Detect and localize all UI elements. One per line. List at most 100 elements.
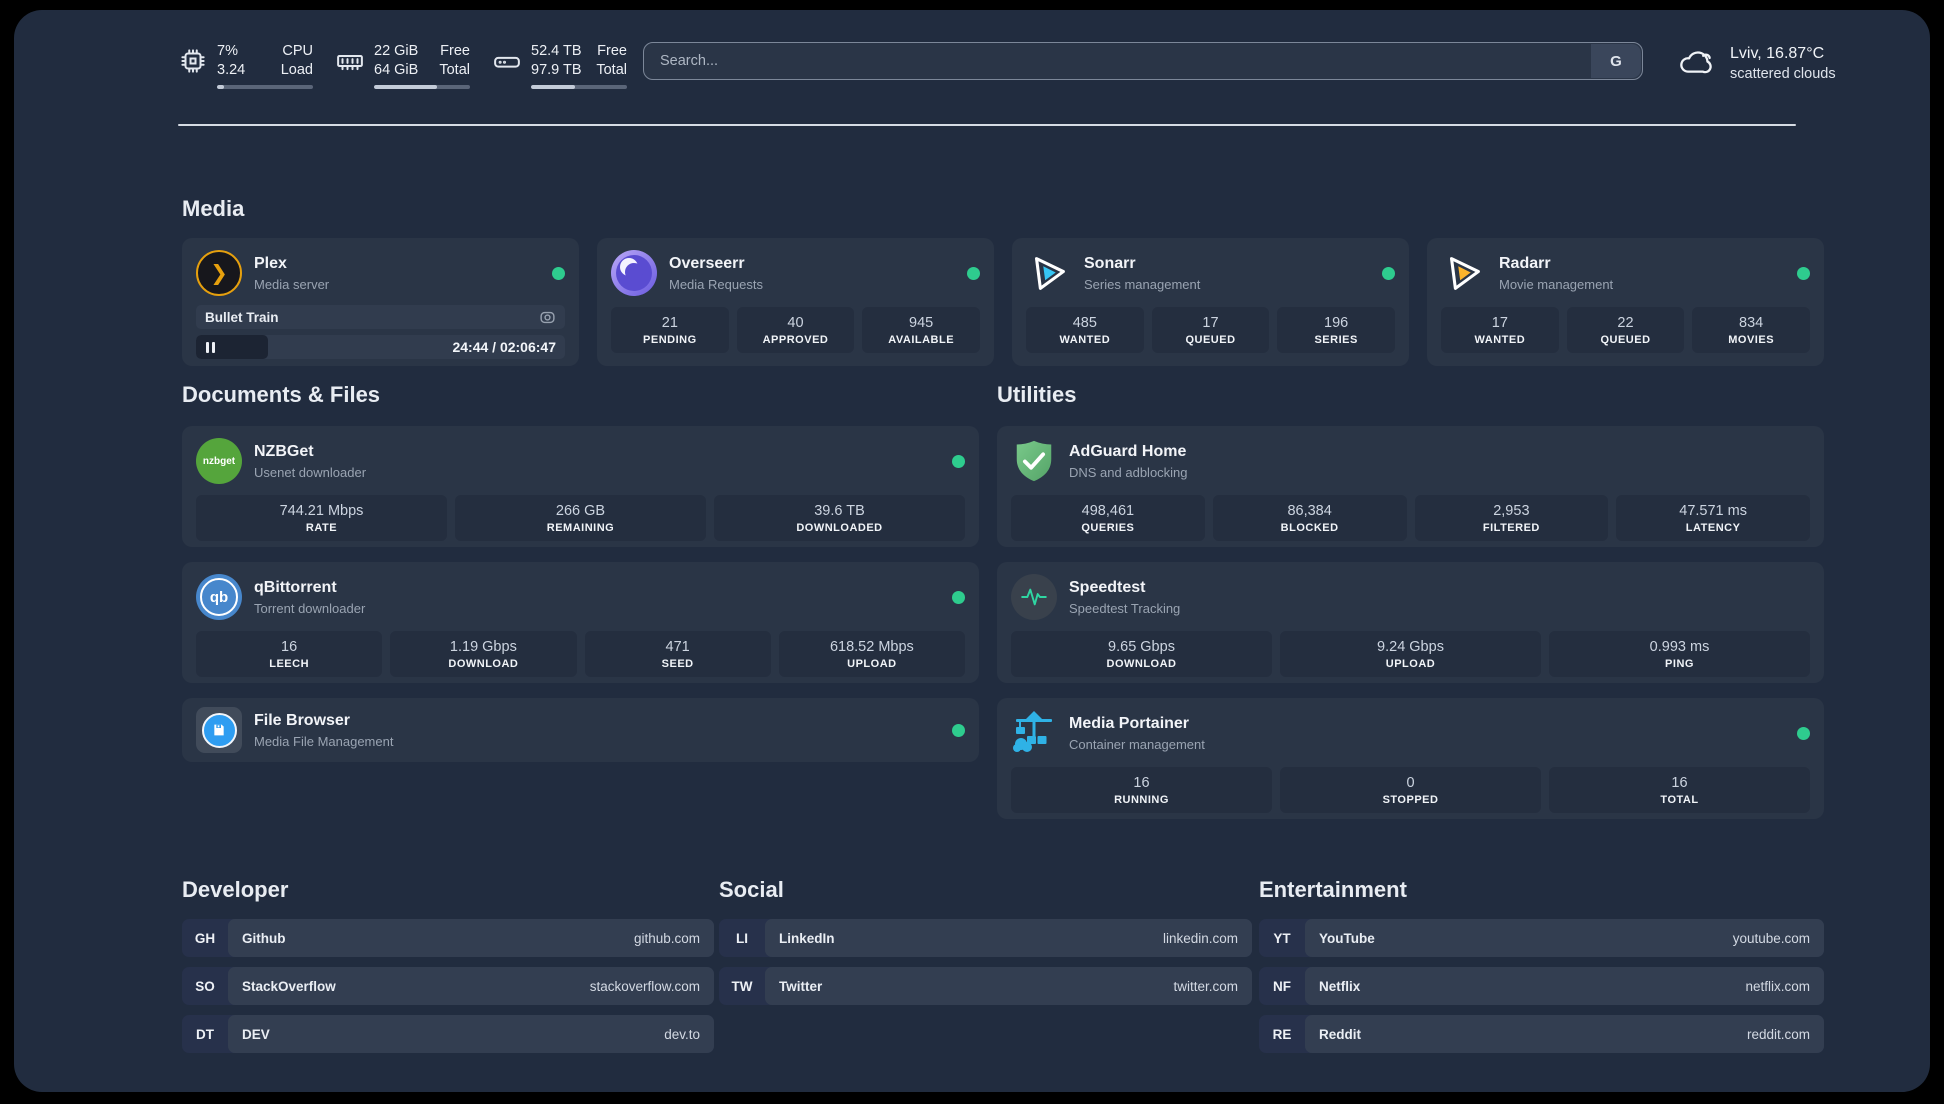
link-abbr: YT xyxy=(1273,930,1291,946)
stat-tile: 17 WANTED xyxy=(1441,307,1559,353)
section-title-utilities: Utilities xyxy=(997,382,1077,407)
link-name: Twitter xyxy=(779,978,823,994)
utilities-column: Utilities AdGuard Home DNS and adblockin… xyxy=(997,382,1824,819)
disk-free-label: Free xyxy=(597,43,627,59)
app-card-overseerr[interactable]: Overseerr Media Requests 21 PENDING 40 APP… xyxy=(597,238,994,366)
speedtest-icon xyxy=(1011,574,1057,620)
app-subtitle: Speedtest Tracking xyxy=(1069,600,1181,616)
link-abbr: TW xyxy=(731,978,753,994)
link-url: stackoverflow.com xyxy=(589,978,700,994)
cloud-icon xyxy=(1680,51,1712,74)
stat-tile: 22 QUEUED xyxy=(1566,307,1685,353)
app-card-nzbget[interactable]: nzbget NZBGet Usenet downloader 744.21 M… xyxy=(182,426,979,547)
social-column: Social LI LinkedIn linkedin.com TW Twitte… xyxy=(719,877,1259,1063)
link-row-linkedin[interactable]: LI LinkedIn linkedin.com xyxy=(719,919,1252,957)
weather-location: Lviv, 16.87°C xyxy=(1730,44,1825,62)
app-name: Sonarr xyxy=(1084,254,1136,272)
documents-column: Documents & Files nzbget NZBGet Usenet d… xyxy=(182,382,979,819)
search-engine-label: G xyxy=(1610,52,1622,70)
app-card-filebrowser[interactable]: File Browser Media File Management xyxy=(182,698,979,762)
cpu-progress-bar xyxy=(217,85,313,89)
app-subtitle: Series management xyxy=(1084,276,1201,292)
portainer-icon xyxy=(1011,710,1057,756)
now-playing-row: Bullet Train xyxy=(196,305,565,329)
qbittorrent-icon: qb xyxy=(196,574,242,620)
disk-icon xyxy=(494,56,520,68)
pause-icon xyxy=(206,341,215,353)
adguard-icon xyxy=(1011,438,1057,484)
search-engine-button[interactable]: G xyxy=(1591,44,1641,78)
app-card-adguard[interactable]: AdGuard Home DNS and adblocking 498,461 Q… xyxy=(997,426,1824,547)
link-url: netflix.com xyxy=(1745,978,1810,994)
link-name: LinkedIn xyxy=(779,930,835,946)
stat-tile: 618.52 Mbps UPLOAD xyxy=(778,631,965,677)
app-name: Radarr xyxy=(1499,254,1551,272)
link-row-github[interactable]: GH Github github.com xyxy=(182,919,714,957)
app-name: NZBGet xyxy=(254,442,314,460)
stat-tile: 16 LEECH xyxy=(196,631,383,677)
stat-tile: 1.19 Gbps DOWNLOAD xyxy=(390,631,577,677)
stat-tile: 86,384 BLOCKED xyxy=(1212,495,1407,541)
app-name: Plex xyxy=(254,254,287,272)
link-row-stackoverflow[interactable]: SO StackOverflow stackoverflow.com xyxy=(182,967,714,1005)
disk-metric: 52.4 TB Free 97.9 TB Total xyxy=(492,42,627,89)
stat-tile: 266 GB REMAINING xyxy=(455,495,706,541)
app-card-portainer[interactable]: Media Portainer Container management 16 R… xyxy=(997,698,1824,819)
plex-icon: ❯ xyxy=(196,250,242,296)
ram-total-value: 64 GiB xyxy=(374,62,419,78)
link-row-netflix[interactable]: NF Netflix netflix.com xyxy=(1259,967,1824,1005)
app-subtitle: DNS and adblocking xyxy=(1069,464,1188,480)
app-card-sonarr[interactable]: Sonarr Series management 485 WANTED 17 QUE… xyxy=(1012,238,1409,366)
stat-tile: 9.65 Gbps DOWNLOAD xyxy=(1011,631,1272,677)
stat-tile: 485 WANTED xyxy=(1026,307,1144,353)
stat-tile: 834 MOVIES xyxy=(1692,307,1810,353)
stat-tile: 945 AVAILABLE xyxy=(862,307,980,353)
link-abbr: NF xyxy=(1273,978,1291,994)
section-title-media: Media xyxy=(182,196,245,221)
status-dot-online xyxy=(1797,266,1810,280)
disk-total-value: 97.9 TB xyxy=(531,62,582,78)
ram-total-label: Total xyxy=(439,62,470,78)
link-row-dev[interactable]: DT DEV dev.to xyxy=(182,1015,714,1053)
app-card-plex[interactable]: ❯ Plex Media server Bullet Train 24:44 /… xyxy=(182,238,579,366)
header-bar: 7% CPU 3.24 Load 22 GiB Free 64 GiB Total xyxy=(178,42,1836,89)
search-input[interactable] xyxy=(644,43,1642,79)
cpu-label: CPU xyxy=(282,43,313,59)
stat-tile: 39.6 TB DOWNLOADED xyxy=(714,495,965,541)
app-card-radarr[interactable]: Radarr Movie management 17 WANTED 22 QUEUE… xyxy=(1427,238,1824,366)
stat-tile: 9.24 Gbps UPLOAD xyxy=(1280,631,1541,677)
app-subtitle: Movie management xyxy=(1499,276,1614,292)
app-card-speedtest[interactable]: Speedtest Speedtest Tracking 9.65 Gbps DO… xyxy=(997,562,1824,683)
status-dot-online xyxy=(952,454,965,468)
search-bar[interactable]: G xyxy=(643,42,1643,80)
status-dot-online xyxy=(952,590,965,604)
stat-tile: 2,953 FILTERED xyxy=(1414,495,1609,541)
stat-tile: 744.21 Mbps RATE xyxy=(196,495,447,541)
link-url: youtube.com xyxy=(1732,930,1810,946)
link-abbr: DT xyxy=(196,1026,214,1042)
media-grid: ❯ Plex Media server Bullet Train 24:44 /… xyxy=(182,238,1824,366)
app-name: AdGuard Home xyxy=(1069,442,1187,460)
stat-tile: 498,461 QUERIES xyxy=(1011,495,1205,541)
stat-tile: 196 SERIES xyxy=(1277,307,1395,353)
link-name: DEV xyxy=(242,1026,270,1042)
sonarr-icon xyxy=(1026,250,1072,296)
link-url: linkedin.com xyxy=(1162,930,1238,946)
stat-tile: 47.571 ms LATENCY xyxy=(1616,495,1810,541)
link-row-youtube[interactable]: YT YouTube youtube.com xyxy=(1259,919,1824,957)
stat-tile: 16 RUNNING xyxy=(1011,767,1272,813)
link-row-reddit[interactable]: RE Reddit reddit.com xyxy=(1259,1015,1824,1053)
cpu-load-value: 3.24 xyxy=(217,62,246,78)
stat-tile: 21 PENDING xyxy=(611,307,729,353)
weather-widget[interactable]: Lviv, 16.87°C scattered clouds xyxy=(1675,42,1836,84)
link-abbr: LI xyxy=(736,930,748,946)
link-url: dev.to xyxy=(664,1026,700,1042)
link-row-twitter[interactable]: TW Twitter twitter.com xyxy=(719,967,1252,1005)
link-abbr: RE xyxy=(1272,1026,1292,1042)
app-card-qbittorrent[interactable]: qb qBittorrent Torrent downloader 16 LEEC… xyxy=(182,562,979,683)
app-name: File Browser xyxy=(254,711,351,729)
status-dot-online xyxy=(952,723,965,737)
section-title-developer: Developer xyxy=(182,877,289,902)
entertainment-column: Entertainment YT YouTube youtube.com NF N… xyxy=(1259,877,1824,1063)
app-subtitle: Media Requests xyxy=(669,276,763,292)
